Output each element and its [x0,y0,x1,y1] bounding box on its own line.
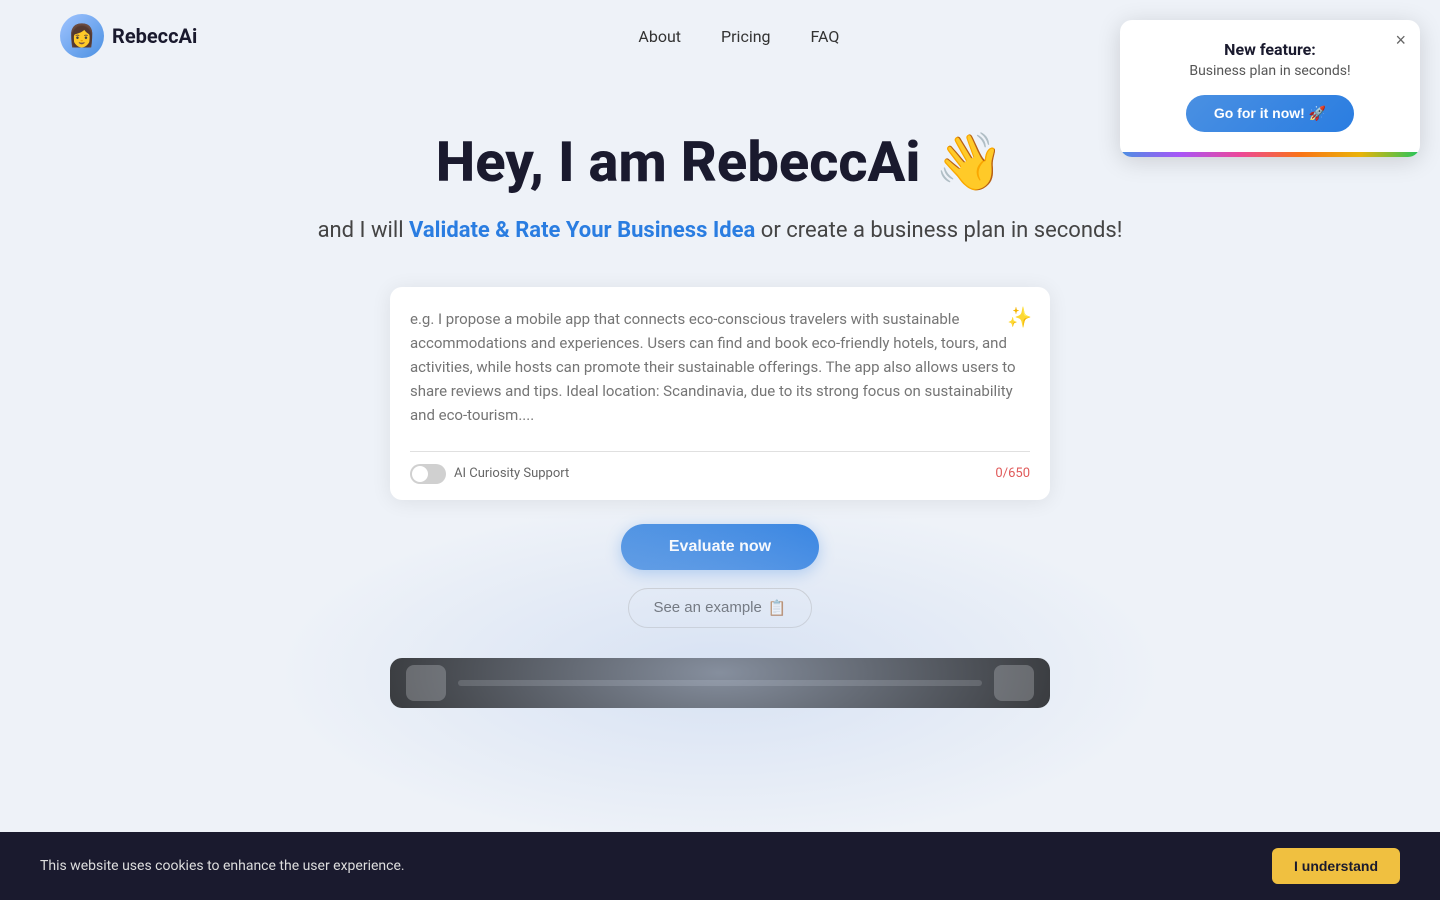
idea-input-container: ✨ AI Curiosity Support 0/650 [390,287,1050,500]
logo-emoji: 👩 [68,24,95,49]
nav-link-faq[interactable]: FAQ [811,27,840,46]
popup-title: New feature: [1140,40,1400,59]
nav-link-pricing[interactable]: Pricing [721,27,771,46]
input-divider [410,451,1030,452]
video-preview [390,658,1050,708]
magic-wand-icon[interactable]: ✨ [1007,305,1032,329]
logo-text: RebeccAi [112,24,197,48]
nav-link-about[interactable]: About [638,27,681,46]
hero-title-text: Hey, I am RebeccAi 👋 [436,129,1004,195]
popup-gradient-bar [1120,152,1420,157]
curiosity-toggle[interactable] [410,464,446,484]
video-right-button[interactable] [994,665,1034,701]
nav-links: About Pricing FAQ [638,27,839,46]
new-feature-popup: × New feature: Business plan in seconds!… [1120,20,1420,157]
evaluate-button[interactable]: Evaluate now [621,524,819,570]
hero-subtitle-highlight[interactable]: Validate & Rate Your Business Idea [409,218,755,243]
toggle-label: AI Curiosity Support [454,466,569,481]
hero-section: Hey, I am RebeccAi 👋 and I will Validate… [0,72,1440,748]
video-progress-bar [458,680,982,686]
popup-subtitle: Business plan in seconds! [1140,63,1400,79]
example-icon: 📋 [768,599,787,617]
hero-subtitle-after: or create a business plan in seconds! [755,218,1122,243]
input-footer: AI Curiosity Support 0/650 [410,464,1030,484]
idea-textarea[interactable] [410,307,1030,437]
logo[interactable]: 👩 RebeccAi [60,14,197,58]
cookie-accept-button[interactable]: I understand [1272,848,1400,884]
char-count: 0/650 [995,466,1030,481]
popup-cta-button[interactable]: Go for it now! 🚀 [1186,95,1354,132]
hero-subtitle-before: and I will [318,218,409,243]
popup-close-button[interactable]: × [1395,30,1406,51]
cookie-text: This website uses cookies to enhance the… [40,858,405,874]
hero-subtitle: and I will Validate & Rate Your Business… [20,214,1420,247]
see-example-label: See an example [653,599,761,616]
cookie-banner: This website uses cookies to enhance the… [0,832,1440,900]
toggle-row: AI Curiosity Support [410,464,569,484]
video-left-button[interactable] [406,665,446,701]
logo-avatar: 👩 [60,14,104,58]
see-example-button[interactable]: See an example 📋 [628,588,811,628]
